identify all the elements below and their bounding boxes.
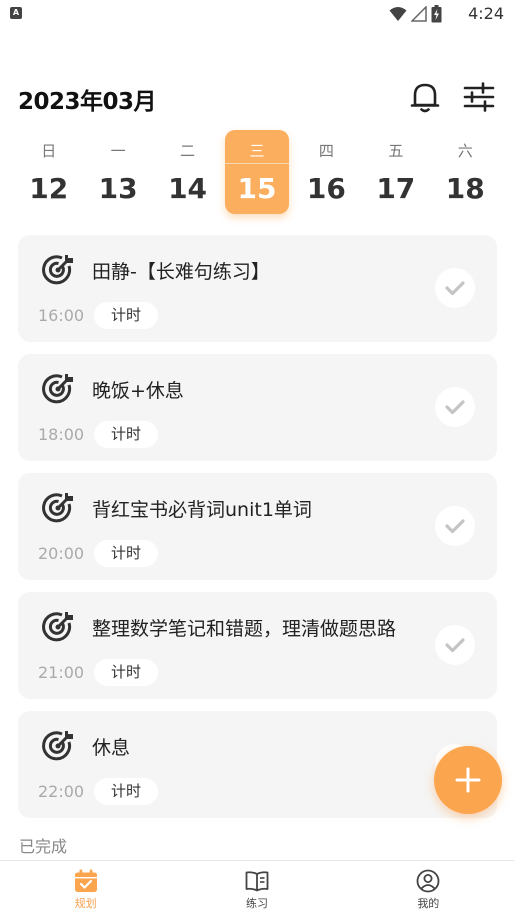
calendar-check-icon [74,869,97,892]
weekday-label: 四 [318,142,334,160]
signal-icon [411,6,427,22]
task-time: 18:00 [38,425,85,444]
bell-icon[interactable] [408,80,442,114]
completed-section-label[interactable]: 已完成 [19,833,67,857]
add-task-button[interactable] [434,746,502,814]
task-title: 整理数学笔记和错题，理清做题思路 [92,618,397,640]
task-card[interactable]: 休息 22:00 计时 [18,711,497,818]
task-card[interactable]: 田静-【长难句练习】 16:00 计时 [18,235,497,342]
task-title: 晚饭+休息 [92,380,184,402]
check-icon [445,400,465,415]
weekday-label: 一 [110,142,126,160]
day-sun[interactable]: 日 12 [14,130,83,216]
plus-icon [455,767,481,793]
nav-item-mine[interactable]: 我的 [343,861,514,914]
task-title: 田静-【长难句练习】 [92,261,270,283]
target-icon [42,374,73,404]
sliders-icon[interactable] [462,80,496,114]
bottom-nav: 规划 练习 我的 [0,860,514,914]
timer-button[interactable]: 计时 [94,302,159,329]
complete-check-button[interactable] [435,625,475,665]
task-card[interactable]: 晚饭+休息 18:00 计时 [18,354,497,461]
nav-label: 我的 [417,897,440,910]
check-icon [445,638,465,653]
header: 2023年03月 [18,80,496,116]
day-wed-selected[interactable]: 三 15 [222,130,291,216]
task-time: 22:00 [38,782,85,801]
day-number: 12 [29,172,69,205]
weekday-label: 三 [249,142,265,160]
battery-icon [431,5,442,23]
user-icon [416,869,440,893]
target-icon [42,612,73,642]
timer-button[interactable]: 计时 [94,659,159,686]
day-number: 16 [306,172,346,205]
nav-item-practice[interactable]: 练习 [171,861,342,914]
system-icons [389,5,442,23]
timer-button[interactable]: 计时 [94,421,159,448]
nav-label: 规划 [74,897,97,910]
status-bar: A 4:24 [0,0,514,28]
weekday-label: 六 [457,142,473,160]
target-icon [42,255,73,285]
day-number: 13 [98,172,138,205]
task-card[interactable]: 整理数学笔记和错题，理清做题思路 21:00 计时 [18,592,497,699]
day-mon[interactable]: 一 13 [83,130,152,216]
book-icon [245,871,269,892]
weekday-label: 日 [41,142,57,160]
day-number: 17 [376,172,416,205]
nav-item-plan[interactable]: 规划 [0,861,171,914]
nav-label: 练习 [245,897,268,910]
day-sat[interactable]: 六 18 [431,130,500,216]
status-time: 4:24 [468,4,504,23]
wifi-icon [389,7,407,21]
task-card[interactable]: 背红宝书必背词unit1单词 20:00 计时 [18,473,497,580]
month-title[interactable]: 2023年03月 [18,82,157,116]
target-icon [42,731,73,761]
app-notification-icon: A [10,7,22,19]
day-number: 15 [237,172,277,205]
weekday-label: 二 [180,142,196,160]
day-number: 14 [168,172,208,205]
complete-check-button[interactable] [435,387,475,427]
task-time: 16:00 [38,306,85,325]
complete-check-button[interactable] [435,268,475,308]
check-icon [445,519,465,534]
day-tue[interactable]: 二 14 [153,130,222,216]
task-title: 背红宝书必背词unit1单词 [92,499,312,521]
task-title: 休息 [92,737,131,759]
timer-button[interactable]: 计时 [94,778,159,805]
week-strip: 日 12 一 13 二 14 三 15 四 16 五 17 六 18 [14,130,500,216]
day-number: 18 [445,172,485,205]
check-icon [445,281,465,296]
weekday-label: 五 [388,142,404,160]
task-time: 20:00 [38,544,85,563]
timer-button[interactable]: 计时 [94,540,159,567]
complete-check-button[interactable] [435,506,475,546]
day-thu[interactable]: 四 16 [292,130,361,216]
day-fri[interactable]: 五 17 [361,130,430,216]
target-icon [42,493,73,523]
task-time: 21:00 [38,663,85,682]
